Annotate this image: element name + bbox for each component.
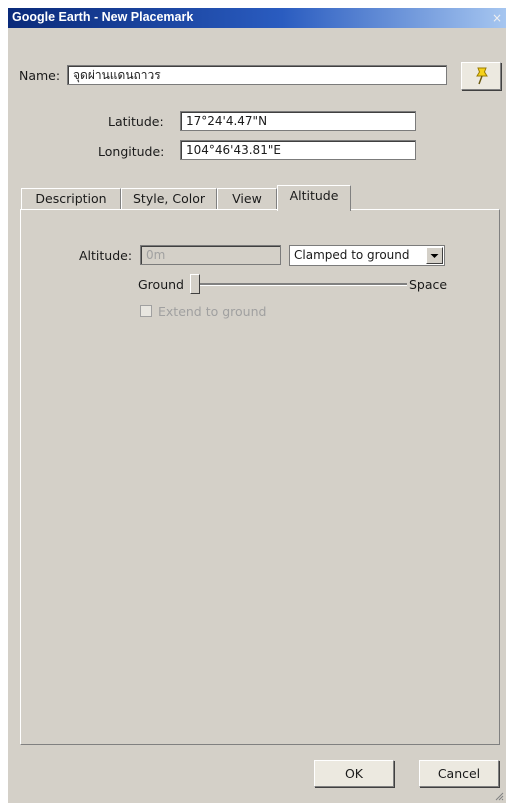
extend-to-ground-checkbox[interactable] (140, 305, 152, 317)
title-bar[interactable]: Google Earth - New Placemark × (8, 8, 506, 28)
dropdown-button[interactable] (426, 247, 443, 264)
name-input[interactable]: จุดผ่านแดนถาวร (67, 65, 447, 85)
slider-space-label: Space (409, 277, 448, 292)
latitude-label: Latitude: (108, 114, 164, 129)
ok-button[interactable]: OK (314, 760, 394, 787)
altitude-slider-track[interactable] (198, 283, 407, 286)
tab-style-color[interactable]: Style, Color (121, 188, 217, 210)
window-title: Google Earth - New Placemark (12, 10, 194, 24)
latitude-input[interactable]: 17°24'4.47"N (180, 111, 416, 131)
yellow-pushpin-icon (476, 67, 488, 85)
tab-altitude[interactable]: Altitude (277, 185, 351, 211)
altitude-mode-value: Clamped to ground (294, 248, 410, 262)
altitude-mode-select[interactable]: Clamped to ground (289, 245, 445, 266)
placemark-dialog: Google Earth - New Placemark × Name: จุด… (8, 8, 506, 803)
close-icon[interactable]: × (488, 10, 506, 26)
slider-ground-label: Ground (138, 277, 184, 292)
chevron-down-icon (430, 254, 439, 258)
altitude-input[interactable]: 0m (140, 245, 281, 265)
tab-description[interactable]: Description (21, 188, 121, 210)
altitude-label: Altitude: (79, 248, 133, 263)
longitude-label: Longitude: (98, 144, 165, 159)
extend-to-ground-label: Extend to ground (158, 304, 267, 319)
altitude-slider-thumb[interactable] (190, 274, 200, 294)
cancel-button[interactable]: Cancel (419, 760, 499, 787)
resize-grip-icon[interactable] (494, 791, 504, 801)
placemark-icon-button[interactable] (461, 62, 501, 90)
longitude-input[interactable]: 104°46'43.81"E (180, 140, 416, 160)
tab-view[interactable]: View (217, 188, 277, 210)
name-label: Name: (19, 68, 61, 83)
